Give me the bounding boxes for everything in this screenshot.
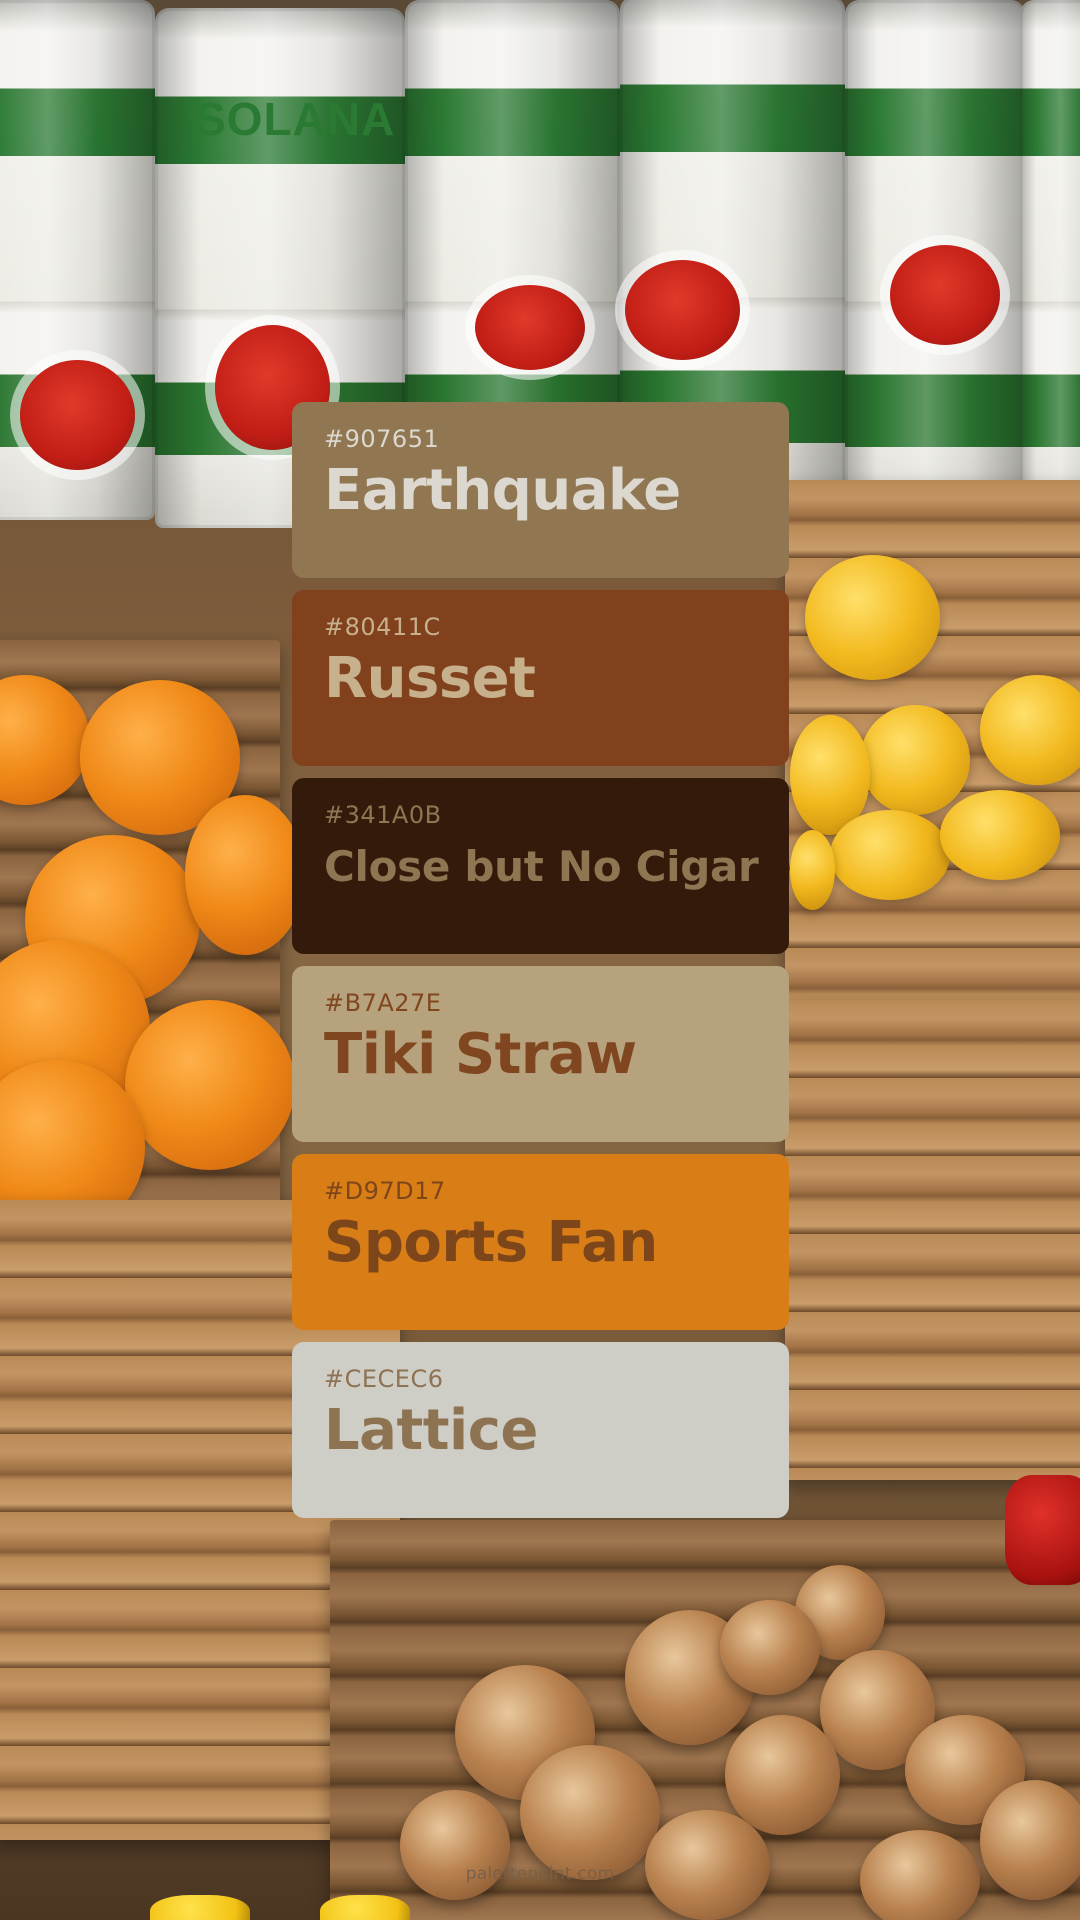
swatch-name: Earthquake (324, 458, 681, 523)
swatch-name: Russet (324, 646, 536, 711)
background-photo: SOLANA (0, 0, 1080, 1920)
onion (725, 1715, 840, 1835)
swatch-hex: #CECEC6 (324, 1365, 444, 1393)
wooden-crate (785, 1000, 1080, 1480)
lemon (805, 555, 940, 680)
swatch-hex: #80411C (324, 613, 441, 641)
swatch-hex: #B7A27E (324, 989, 442, 1017)
swatch-lattice[interactable]: #CECEC6 Lattice (292, 1342, 789, 1518)
swatch-sports-fan[interactable]: #D97D17 Sports Fan (292, 1154, 789, 1330)
swatch-hex: #341A0B (324, 801, 442, 829)
tomato-image (890, 245, 1000, 345)
tomato-can (1020, 0, 1080, 520)
lemon (860, 705, 970, 815)
tomato-image (20, 360, 135, 470)
site-watermark[interactable]: palettepoint.com (0, 1864, 1080, 1884)
swatch-name: Tiki Straw (324, 1022, 637, 1087)
swatch-hex: #907651 (324, 425, 440, 453)
tomato-image (625, 260, 740, 360)
onion (520, 1745, 660, 1880)
lemon (790, 830, 835, 910)
red-pepper (1005, 1475, 1080, 1585)
orange (185, 795, 305, 955)
swatch-name: Sports Fan (324, 1210, 658, 1275)
swatch-tiki-straw[interactable]: #B7A27E Tiki Straw (292, 966, 789, 1142)
lemon (940, 790, 1060, 880)
swatch-name: Close but No Cigar (324, 842, 759, 891)
lemon (830, 810, 950, 900)
swatch-name: Lattice (324, 1398, 538, 1463)
swatch-hex: #D97D17 (324, 1177, 446, 1205)
yellow-pepper (320, 1895, 410, 1920)
swatch-earthquake[interactable]: #907651 Earthquake (292, 402, 789, 578)
tomato-image (475, 285, 585, 370)
swatch-russet[interactable]: #80411C Russet (292, 590, 789, 766)
onion (720, 1600, 820, 1695)
yellow-pepper (150, 1895, 250, 1920)
can-brand-logo: SOLANA (195, 93, 396, 145)
orange (125, 1000, 295, 1170)
swatch-close-but-no-cigar[interactable]: #341A0B Close but No Cigar (292, 778, 789, 954)
